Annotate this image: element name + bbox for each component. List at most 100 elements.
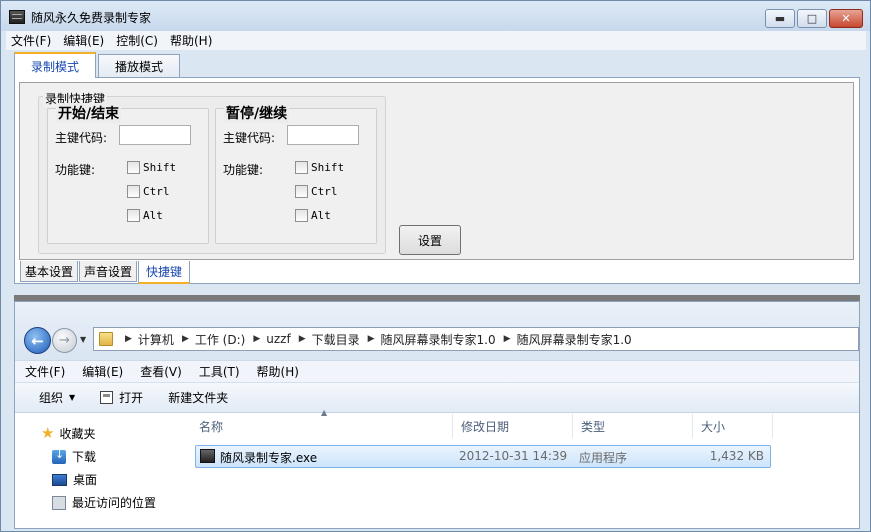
chevron-right-icon[interactable]: ▶ xyxy=(182,334,189,344)
breadcrumb-app-subfolder[interactable]: 随风屏幕录制专家1.0 xyxy=(517,331,632,348)
nav-recent-label: 最近访问的位置 xyxy=(72,496,157,510)
open-label: 打开 xyxy=(119,391,144,405)
organize-button[interactable]: 组织 ▼ xyxy=(39,389,75,406)
set-button[interactable]: 设置 xyxy=(399,225,461,255)
record-hotkey-group: 录制快捷键 开始/结束 主键代码: 功能键: Shift Ctrl Alt 暂停… xyxy=(38,90,386,254)
tab-sound-settings[interactable]: 声音设置 xyxy=(79,261,138,282)
breadcrumb-drive[interactable]: 工作 (D:) xyxy=(195,331,245,348)
maximize-button[interactable]: □ xyxy=(797,9,827,28)
start-stop-ctrl-checkbox[interactable]: Ctrl xyxy=(127,185,170,198)
checkbox-label: Alt xyxy=(311,209,331,222)
modifier-label: 功能键: xyxy=(55,163,96,177)
checkbox-box[interactable] xyxy=(127,161,140,174)
breadcrumb-uzzf[interactable]: uzzf xyxy=(266,332,290,346)
explorer-nav-bar: ← → ▼ ▶ 计算机 ▶ 工作 (D:) ▶ uzzf ▶ 下载目录 ▶ 随风… xyxy=(15,302,859,360)
explorer-menu-edit[interactable]: 编辑(E) xyxy=(75,363,130,380)
start-stop-shift-checkbox[interactable]: Shift xyxy=(127,161,176,174)
breadcrumb-app-folder[interactable]: 随风屏幕录制专家1.0 xyxy=(381,331,496,348)
breadcrumb-computer[interactable]: 计算机 xyxy=(138,331,174,348)
menu-edit[interactable]: 编辑(E) xyxy=(58,32,109,49)
sort-ascending-icon: ▲ xyxy=(321,408,328,417)
record-mode-panel: 录制快捷键 开始/结束 主键代码: 功能键: Shift Ctrl Alt 暂停… xyxy=(14,77,860,284)
checkbox-label: Ctrl xyxy=(311,185,338,198)
pause-resume-key-input[interactable] xyxy=(287,125,359,145)
menu-bar: 文件(F) 编辑(E) 控制(C) 帮助(H) xyxy=(6,31,866,50)
checkbox-box[interactable] xyxy=(295,185,308,198)
column-type[interactable]: 类型 xyxy=(573,414,693,438)
explorer-toolbar: 组织 ▼ 打开 新建文件夹 xyxy=(15,382,859,413)
file-size: 1,432 KB xyxy=(709,449,764,463)
chevron-right-icon[interactable]: ▶ xyxy=(504,334,511,344)
download-icon xyxy=(52,448,66,464)
nav-desktop[interactable]: 桌面 xyxy=(52,471,97,488)
star-icon: ★ xyxy=(41,424,55,442)
nav-recent-places[interactable]: 最近访问的位置 xyxy=(52,494,156,511)
explorer-menu-help[interactable]: 帮助(H) xyxy=(250,363,306,380)
checkbox-box[interactable] xyxy=(127,209,140,222)
file-row[interactable]: 随风录制专家.exe 2012-10-31 14:39 应用程序 1,432 K… xyxy=(195,445,771,468)
checkbox-box[interactable] xyxy=(295,209,308,222)
chevron-right-icon[interactable]: ▶ xyxy=(299,334,306,344)
explorer-menu-bar: 文件(F) 编辑(E) 查看(V) 工具(T) 帮助(H) xyxy=(15,360,859,382)
start-stop-group: 开始/结束 主键代码: 功能键: Shift Ctrl Alt xyxy=(47,103,209,244)
forward-arrow-icon[interactable]: → xyxy=(52,328,77,353)
nav-favorites[interactable]: ★ 收藏夹 xyxy=(41,424,95,442)
settings-tabs: 基本设置 声音设置 快捷键 xyxy=(20,261,191,284)
tab-playback-mode[interactable]: 播放模式 xyxy=(98,54,181,78)
column-modified[interactable]: 修改日期 xyxy=(453,414,573,438)
checkbox-label: Shift xyxy=(143,161,177,174)
start-stop-key-input[interactable] xyxy=(119,125,191,145)
app-film-icon xyxy=(9,10,25,24)
start-stop-alt-checkbox[interactable]: Alt xyxy=(127,209,163,222)
address-bar[interactable]: ▶ 计算机 ▶ 工作 (D:) ▶ uzzf ▶ 下载目录 ▶ 随风屏幕录制专家… xyxy=(93,327,859,351)
chevron-right-icon[interactable]: ▶ xyxy=(368,334,375,344)
explorer-menu-tools[interactable]: 工具(T) xyxy=(192,363,247,380)
caret-down-icon: ▼ xyxy=(69,393,76,402)
close-button[interactable]: ✕ xyxy=(829,9,863,28)
back-arrow-icon[interactable]: ← xyxy=(24,327,51,354)
tab-hotkeys[interactable]: 快捷键 xyxy=(138,261,191,284)
file-modified: 2012-10-31 14:39 xyxy=(459,449,568,463)
main-key-label: 主键代码: xyxy=(55,131,108,145)
file-list: ▲ 名称 修改日期 类型 大小 随风录制专家.exe 2012-10-31 14… xyxy=(189,408,859,528)
checkbox-box[interactable] xyxy=(295,161,308,174)
checkbox-box[interactable] xyxy=(127,185,140,198)
checkbox-label: Shift xyxy=(311,161,345,174)
open-button[interactable]: 打开 xyxy=(100,389,143,406)
pause-resume-group: 暂停/继续 主键代码: 功能键: Shift Ctrl Alt xyxy=(215,103,377,244)
exe-file-icon xyxy=(200,449,215,463)
menu-file[interactable]: 文件(F) xyxy=(6,32,56,49)
minimize-button[interactable]: ▬ xyxy=(765,9,795,28)
recent-places-icon xyxy=(52,495,66,510)
breadcrumb-downloads[interactable]: 下载目录 xyxy=(312,331,360,348)
menu-help[interactable]: 帮助(H) xyxy=(165,32,217,49)
mode-tabs: 录制模式 播放模式 xyxy=(14,52,182,78)
start-stop-heading: 开始/结束 xyxy=(56,103,122,123)
tab-basic-settings[interactable]: 基本设置 xyxy=(20,261,79,282)
checkbox-label: Alt xyxy=(143,209,163,222)
pause-resume-ctrl-checkbox[interactable]: Ctrl xyxy=(295,185,338,198)
file-type: 应用程序 xyxy=(579,451,628,465)
explorer-menu-view[interactable]: 查看(V) xyxy=(133,363,189,380)
open-icon xyxy=(100,391,114,404)
nav-desktop-label: 桌面 xyxy=(73,473,98,487)
window-title: 随风永久免费录制专家 xyxy=(31,11,152,25)
column-size[interactable]: 大小 xyxy=(693,414,773,438)
pause-resume-alt-checkbox[interactable]: Alt xyxy=(295,209,331,222)
explorer-menu-file[interactable]: 文件(F) xyxy=(18,363,72,380)
menu-control[interactable]: 控制(C) xyxy=(111,32,163,49)
file-name: 随风录制专家.exe xyxy=(220,451,318,465)
nav-downloads[interactable]: 下载 xyxy=(52,448,96,465)
title-bar[interactable]: 随风永久免费录制专家 ▬ □ ✕ xyxy=(1,1,870,31)
checkbox-label: Ctrl xyxy=(143,185,170,198)
column-name[interactable]: ▲ 名称 xyxy=(191,408,453,438)
explorer-view: ← → ▼ ▶ 计算机 ▶ 工作 (D:) ▶ uzzf ▶ 下载目录 ▶ 随风… xyxy=(14,301,860,529)
pause-resume-shift-checkbox[interactable]: Shift xyxy=(295,161,344,174)
tab-record-mode[interactable]: 录制模式 xyxy=(14,52,97,78)
chevron-right-icon[interactable]: ▶ xyxy=(253,334,260,344)
chevron-right-icon[interactable]: ▶ xyxy=(125,334,132,344)
modifier-label: 功能键: xyxy=(223,163,264,177)
pause-resume-heading: 暂停/继续 xyxy=(224,103,290,123)
new-folder-button[interactable]: 新建文件夹 xyxy=(168,389,228,406)
history-dropdown-icon[interactable]: ▼ xyxy=(80,335,86,344)
